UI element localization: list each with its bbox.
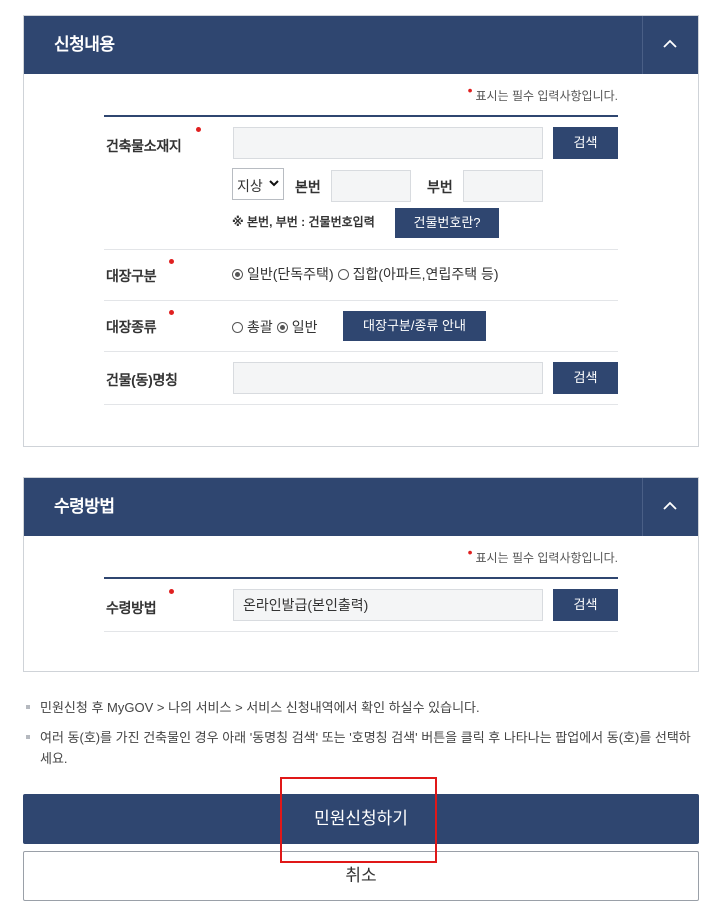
collapse-receive-method-button[interactable]: [642, 478, 698, 536]
land-type-select[interactable]: 지상: [232, 168, 284, 200]
ledger-type-label: 대장구분: [106, 268, 157, 284]
ledger-kind-label: 대장종류: [106, 319, 157, 335]
application-details-header: 신청내용: [24, 16, 698, 74]
address-input[interactable]: [233, 127, 543, 159]
sub-number-input[interactable]: [463, 170, 543, 202]
building-name-label: 건물(동)명칭: [106, 372, 178, 388]
required-marker: •: [467, 82, 473, 98]
receive-method-panel: 수령방법 •표시는 필수 입력사항입니다. 수령방법 검색: [23, 477, 699, 672]
chevron-up-icon: [663, 501, 677, 510]
ledger-kind-radio-group: 총괄 일반: [232, 317, 318, 337]
row-divider: [104, 249, 618, 250]
ledger-kind-option-general[interactable]: 일반: [276, 317, 318, 337]
radio-selected-icon: [232, 268, 243, 280]
building-name-input[interactable]: [233, 362, 543, 394]
notice-item: 민원신청 후 MyGOV > 나의 서비스 > 서비스 신청내역에서 확인 하실…: [26, 697, 700, 718]
ledger-type-option-collective[interactable]: 집합(아파트,연립주택 등): [337, 264, 499, 284]
address-required-dot: [196, 127, 201, 132]
notice-item: 여러 동(호)를 가진 건축물인 경우 아래 '동명칭 검색' 또는 '호명칭 …: [26, 727, 700, 769]
row-divider: [104, 300, 618, 301]
collapse-application-details-button[interactable]: [642, 16, 698, 74]
radio-unselected-icon: [337, 268, 349, 280]
ledger-type-radio-group: 일반(단독주택) 집합(아파트,연립주택 등): [232, 264, 499, 284]
ledger-type-required-dot: [169, 259, 174, 264]
bullet-icon: [26, 735, 30, 739]
row-divider: [104, 631, 618, 632]
row-divider: [104, 404, 618, 405]
building-number-help-button[interactable]: 건물번호란?: [395, 208, 499, 238]
receive-method-title: 수령방법: [54, 497, 115, 516]
building-number-hint: ※ 본번, 부번 : 건물번호입력: [232, 215, 375, 229]
land-type-value: 지상: [237, 178, 263, 194]
required-marker: •: [467, 544, 473, 560]
bullet-icon: [26, 705, 30, 709]
receive-method-search-button[interactable]: 검색: [553, 589, 618, 621]
application-details-panel: 신청내용 • 표시는 필수 입력사항입니다. 건축물소재지 검색 지상 본번 부번…: [23, 15, 699, 447]
main-number-input[interactable]: [331, 170, 411, 202]
receive-method-header: 수령방법: [24, 478, 698, 536]
radio-selected-icon: [276, 321, 288, 333]
ledger-guide-button[interactable]: 대장구분/종류 안내: [343, 311, 486, 341]
form-top-rule: [104, 115, 618, 117]
sub-number-label: 부번: [427, 179, 453, 195]
form-top-rule: [104, 577, 618, 579]
building-name-search-button[interactable]: 검색: [553, 362, 618, 394]
ledger-type-option-general[interactable]: 일반(단독주택): [232, 264, 334, 284]
main-number-label: 본번: [295, 179, 321, 195]
receive-method-label: 수령방법: [106, 600, 157, 616]
receive-method-required-dot: [169, 589, 174, 594]
cancel-button[interactable]: 취소: [23, 851, 699, 901]
chevron-down-icon: [269, 180, 279, 187]
required-note: • 표시는 필수 입력사항입니다.: [467, 544, 618, 565]
application-details-title: 신청내용: [54, 35, 115, 54]
address-search-button[interactable]: 검색: [553, 127, 618, 159]
row-divider: [104, 351, 618, 352]
ledger-kind-option-summary[interactable]: 총괄: [232, 317, 273, 337]
address-label: 건축물소재지: [106, 138, 182, 154]
chevron-up-icon: [663, 39, 677, 48]
required-note: • 표시는 필수 입력사항입니다.: [467, 82, 618, 103]
radio-unselected-icon: [232, 321, 243, 333]
receive-method-input[interactable]: [233, 589, 543, 621]
submit-application-button[interactable]: 민원신청하기: [23, 794, 699, 844]
ledger-kind-required-dot: [169, 310, 174, 315]
